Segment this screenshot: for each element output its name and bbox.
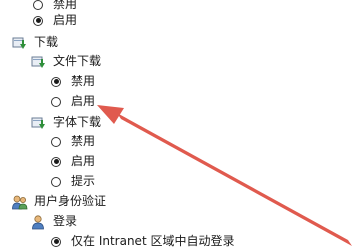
radio-label: 仅在 Intranet 区域中自动登录	[71, 234, 235, 248]
tree-row-radio[interactable]: 启用	[51, 152, 95, 171]
radio-label: 禁用	[71, 134, 96, 148]
tree-group-file-download[interactable]: 文件下载	[31, 52, 101, 71]
group-label: 文件下载	[53, 54, 102, 68]
radio-label: 启用	[71, 154, 96, 168]
radio-button[interactable]	[51, 156, 61, 167]
tree-row-radio[interactable]: 禁用	[51, 132, 95, 151]
group-label: 下载	[34, 35, 59, 49]
tree-group-download[interactable]: 下载	[12, 33, 58, 52]
download-settings-icon	[31, 54, 47, 70]
radio-label: 禁用	[71, 74, 96, 88]
tree-row-radio[interactable]: 启用	[33, 11, 77, 30]
tree-group-font-download[interactable]: 字体下载	[31, 113, 101, 132]
users-icon	[12, 194, 28, 210]
radio-label: 启用	[71, 94, 96, 108]
group-label: 登录	[53, 214, 78, 228]
radio-button[interactable]	[51, 136, 61, 147]
download-settings-icon	[31, 115, 47, 131]
radio-button[interactable]	[51, 96, 61, 107]
radio-button[interactable]	[33, 15, 43, 26]
radio-button[interactable]	[33, 0, 43, 10]
tree-row-radio[interactable]: 提示	[51, 172, 95, 191]
download-settings-icon	[12, 35, 28, 51]
tree-group-logon[interactable]: 登录	[31, 212, 77, 231]
tree-row-radio[interactable]: 禁用	[51, 72, 95, 91]
radio-button[interactable]	[51, 76, 61, 87]
tree-row-radio[interactable]: 启用	[51, 92, 95, 111]
radio-button[interactable]	[51, 176, 61, 187]
user-login-icon	[31, 214, 47, 230]
radio-button[interactable]	[51, 236, 61, 247]
tree-group-user-auth[interactable]: 用户身份验证	[12, 192, 106, 211]
group-label: 字体下载	[53, 115, 102, 129]
radio-label: 启用	[53, 13, 78, 27]
settings-tree: 禁用 启用 下载 文件下载 禁用 启用 字体下载 禁用 启用 提示 用户身份验证…	[0, 0, 355, 248]
tree-row-radio[interactable]: 仅在 Intranet 区域中自动登录	[51, 232, 234, 251]
group-label: 用户身份验证	[34, 194, 107, 208]
radio-label: 提示	[71, 174, 96, 188]
